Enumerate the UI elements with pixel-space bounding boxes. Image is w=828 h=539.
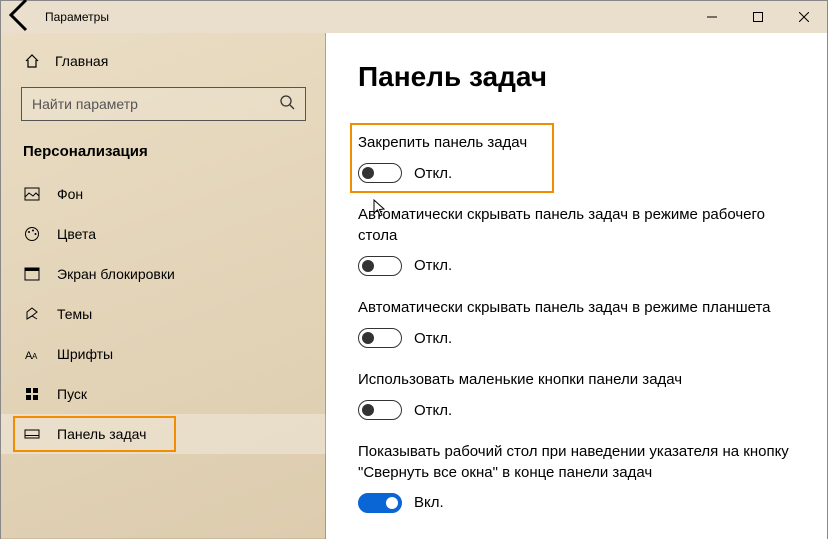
toggle-state: Откл. [414, 257, 452, 274]
close-button[interactable] [781, 1, 827, 33]
main-panel: Панель задач Закрепить панель задач Откл… [326, 33, 827, 539]
start-icon [23, 386, 41, 402]
themes-icon [23, 306, 41, 322]
setting-autohide-tablet: Автоматически скрывать панель задач в ре… [358, 298, 799, 348]
setting-small-buttons: Использовать маленькие кнопки панели зад… [358, 370, 799, 420]
toggle-state: Вкл. [414, 494, 444, 511]
toggle-peek-desktop[interactable] [358, 493, 402, 513]
nav-item-label: Пуск [57, 386, 87, 402]
nav-list: Фон Цвета Экран блокировки Темы [1, 174, 326, 454]
setting-label: Закрепить панель задач [358, 133, 799, 153]
search-box[interactable] [21, 87, 306, 121]
maximize-button[interactable] [735, 1, 781, 33]
nav-item-label: Темы [57, 306, 92, 322]
fonts-icon: AA [23, 346, 41, 362]
setting-label: Использовать маленькие кнопки панели зад… [358, 370, 799, 390]
toggle-lock-taskbar[interactable] [358, 163, 402, 183]
home-nav[interactable]: Главная [1, 45, 326, 81]
setting-label: Автоматически скрывать панель задач в ре… [358, 205, 799, 246]
setting-lock-taskbar: Закрепить панель задач Откл. [358, 133, 799, 183]
home-icon [23, 53, 41, 69]
search-input[interactable] [32, 96, 279, 112]
setting-label: Автоматически скрывать панель задач в ре… [358, 298, 799, 318]
setting-autohide-desktop: Автоматически скрывать панель задач в ре… [358, 205, 799, 276]
nav-item-taskbar[interactable]: Панель задач [1, 414, 326, 454]
category-heading: Персонализация [1, 139, 326, 174]
nav-item-label: Фон [57, 186, 83, 202]
nav-item-lockscreen[interactable]: Экран блокировки [1, 254, 326, 294]
nav-item-label: Экран блокировки [57, 266, 175, 282]
home-label: Главная [55, 53, 108, 69]
window-title: Параметры [41, 10, 109, 24]
sidebar: Главная Персонализация Фон Цвета [1, 33, 326, 539]
content-area: Главная Персонализация Фон Цвета [1, 33, 827, 539]
nav-item-label: Шрифты [57, 346, 113, 362]
svg-text:A: A [32, 352, 38, 361]
toggle-autohide-desktop[interactable] [358, 256, 402, 276]
nav-item-label: Панель задач [57, 426, 146, 442]
setting-label: Показывать рабочий стол при наведении ук… [358, 442, 799, 483]
toggle-state: Откл. [414, 165, 452, 182]
titlebar: Параметры [1, 1, 827, 33]
palette-icon [23, 226, 41, 242]
nav-item-background[interactable]: Фон [1, 174, 326, 214]
lockscreen-icon [23, 266, 41, 282]
nav-item-colors[interactable]: Цвета [1, 214, 326, 254]
toggle-autohide-tablet[interactable] [358, 328, 402, 348]
toggle-small-buttons[interactable] [358, 400, 402, 420]
page-heading: Панель задач [358, 61, 799, 93]
search-icon [279, 94, 295, 115]
toggle-state: Откл. [414, 330, 452, 347]
nav-item-label: Цвета [57, 226, 96, 242]
nav-item-themes[interactable]: Темы [1, 294, 326, 334]
setting-peek-desktop: Показывать рабочий стол при наведении ук… [358, 442, 799, 513]
toggle-state: Откл. [414, 402, 452, 419]
nav-item-start[interactable]: Пуск [1, 374, 326, 414]
minimize-button[interactable] [689, 1, 735, 33]
taskbar-icon [23, 426, 41, 442]
picture-icon [23, 186, 41, 202]
nav-item-fonts[interactable]: AA Шрифты [1, 334, 326, 374]
